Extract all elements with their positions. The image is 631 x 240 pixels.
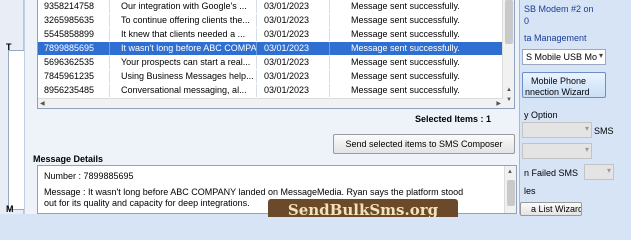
cell-status: Message sent successfully. (331, 42, 503, 55)
table-row[interactable]: 5696362535 Your prospects can start a rea… (38, 56, 503, 69)
cell-number: 5696362535 (38, 56, 110, 69)
cell-number: 3265985635 (38, 14, 110, 27)
cell-date: 03/01/2023 (258, 70, 330, 83)
cell-status: Message sent successfully. (331, 0, 503, 13)
cell-message: It wasn't long before ABC COMPA... (111, 42, 257, 55)
data-management-link[interactable]: ta Management (524, 33, 587, 43)
connection-wizard-label-2: nnection Wizard (525, 87, 590, 97)
cell-date: 03/01/2023 (258, 28, 330, 41)
cell-number: 7899885695 (38, 42, 110, 55)
main-panel: 9358214758 Our integration with Google's … (24, 0, 520, 214)
cell-date: 03/01/2023 (258, 42, 330, 55)
scroll-right-icon[interactable]: ▶ (496, 100, 501, 107)
option-select-2[interactable]: ▾ (522, 143, 592, 159)
connection-wizard-button[interactable]: Mobile Phone nnection Wizard (522, 72, 606, 98)
cell-message: To continue offering clients the... (111, 14, 257, 27)
table-row[interactable]: 3265985635 To continue offering clients t… (38, 14, 503, 27)
cell-message: Our integration with Google's ... (111, 0, 257, 13)
chevron-down-icon[interactable]: ▾ (585, 124, 589, 133)
cell-number: 7845961235 (38, 70, 110, 83)
scroll-up-icon[interactable]: ▲ (507, 169, 513, 175)
cell-status: Message sent successfully. (331, 14, 503, 27)
cell-number: 5545858899 (38, 28, 110, 41)
cell-number: 9358214758 (38, 0, 110, 13)
left-panel: T M (0, 0, 24, 214)
left-panel-box (8, 50, 24, 210)
failed-sms-label: n Failed SMS (524, 168, 579, 178)
chevron-down-icon[interactable]: ▾ (585, 145, 589, 154)
scroll-down-icon[interactable]: ▼ (505, 96, 513, 104)
details-scrollbar[interactable]: ▲ (504, 166, 516, 213)
table-row[interactable]: 7845961235 Using Business Messages help..… (38, 70, 503, 83)
grid-horizontal-scrollbar[interactable]: ◀ ▶ (38, 98, 503, 108)
cell-date: 03/01/2023 (258, 0, 330, 13)
right-panel: SB Modem #2 on 0 ta Management S Mobile … (520, 0, 631, 216)
cell-message: It knew that clients needed a ... (111, 28, 257, 41)
message-details-title: Message Details (33, 154, 104, 164)
table-row-selected[interactable]: 7899885695 It wasn't long before ABC COMP… (38, 42, 503, 55)
chevron-down-icon[interactable]: ▾ (599, 51, 603, 60)
table-row[interactable]: 9358214758 Our integration with Google's … (38, 0, 503, 13)
cell-status: Message sent successfully. (331, 84, 503, 97)
connection-wizard-label-1: Mobile Phone (531, 76, 587, 86)
selected-items-count: Selected Items : 1 (415, 114, 492, 124)
send-to-composer-button[interactable]: Send selected items to SMS Composer (333, 134, 515, 154)
table-row[interactable]: 8956235485 Conversational messaging, al..… (38, 84, 503, 97)
cell-message: Conversational messaging, al... (111, 84, 257, 97)
watermark-logo: SendBulkSms.org (268, 199, 458, 217)
grid-vertical-scrollbar[interactable]: ▲ ▼ (502, 0, 514, 108)
list-wizard-button[interactable]: a List Wizard (520, 202, 582, 216)
table-row[interactable]: 5545858899 It knew that clients needed a … (38, 28, 503, 41)
cell-date: 03/01/2023 (258, 84, 330, 97)
scroll-left-icon[interactable]: ◀ (40, 100, 45, 107)
details-message-line-1: Message : It wasn't long before ABC COMP… (44, 187, 464, 197)
cell-date: 03/01/2023 (258, 14, 330, 27)
cell-message: Your prospects can start a real... (111, 56, 257, 69)
cell-message: Using Business Messages help... (111, 70, 257, 83)
cell-number: 8956235485 (38, 84, 110, 97)
grid-scroll-thumb[interactable] (505, 0, 513, 44)
details-message-line-2: out for its quality and capacity for dee… (44, 198, 250, 208)
scroll-up-icon[interactable]: ▲ (505, 86, 513, 94)
chevron-down-icon[interactable]: ▾ (607, 166, 611, 175)
cell-date: 03/01/2023 (258, 56, 330, 69)
modem-status-text: SB Modem #2 on (524, 4, 594, 14)
device-select-value: S Mobile USB Mo (526, 52, 598, 62)
failed-sms-select[interactable]: ▾ (584, 164, 614, 180)
device-select[interactable]: S Mobile USB Mo ▾ (522, 49, 606, 65)
cell-status: Message sent successfully. (331, 28, 503, 41)
option-label: y Option (524, 110, 558, 120)
option-select[interactable]: ▾ (522, 122, 592, 138)
modem-status-text-2: 0 (524, 16, 530, 26)
sent-items-grid[interactable]: 9358214758 Our integration with Google's … (37, 0, 515, 109)
cell-status: Message sent successfully. (331, 70, 503, 83)
sms-label: SMS (594, 126, 614, 136)
left-panel-label-bottom: M (6, 204, 14, 214)
files-label: les (524, 186, 536, 196)
details-number: Number : 7899885695 (44, 171, 134, 181)
details-scroll-thumb[interactable] (507, 180, 515, 206)
cell-status: Message sent successfully. (331, 56, 503, 69)
